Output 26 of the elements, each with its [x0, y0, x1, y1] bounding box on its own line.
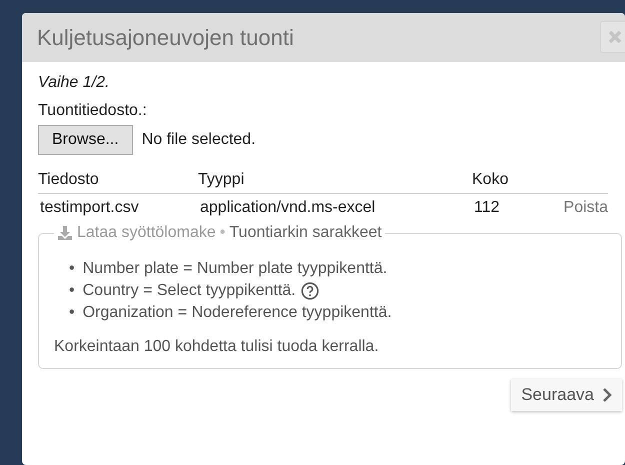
column-description: Organization = Nodereference tyyppikenttä. [82, 303, 392, 323]
column-header: Tiedosto [38, 167, 198, 194]
chevron-right-icon [602, 388, 612, 402]
column-description: Number plate = Number plate tyyppikenttä. [82, 259, 388, 279]
separator-dot: • [220, 224, 226, 242]
close-icon [607, 29, 623, 45]
file-status: No file selected. [142, 131, 256, 149]
dialog-title: Kuljetusajoneuvojen tuonti [37, 24, 294, 50]
bullet: • [69, 259, 75, 279]
import-limit-note: Korkeintaan 100 kohdetta tulisi tuoda kerralla. [54, 338, 380, 356]
download-icon [57, 225, 73, 241]
panel-title: Tuontiarkin sarakkeet [229, 224, 382, 242]
table-cell: 112 [472, 194, 542, 222]
bullet: • [69, 281, 75, 301]
column-header: Tyyppi [198, 167, 472, 194]
table-cell: application/vnd.ms-excel [198, 194, 472, 222]
bullet: • [69, 303, 75, 323]
file-label: Tuontitiedosto.: [38, 102, 148, 120]
help-icon[interactable] [300, 282, 319, 300]
column-description: Country = Select tyyppikenttä. [82, 281, 296, 301]
table-cell: testimport.csv [38, 194, 198, 222]
next-button[interactable]: Seuraava [511, 379, 622, 411]
step-indicator: Vaihe 1/2. [38, 74, 110, 92]
column-header: Koko [472, 167, 542, 194]
remove-link[interactable]: Poista [564, 199, 608, 216]
browse-button[interactable]: Browse... [38, 125, 133, 155]
